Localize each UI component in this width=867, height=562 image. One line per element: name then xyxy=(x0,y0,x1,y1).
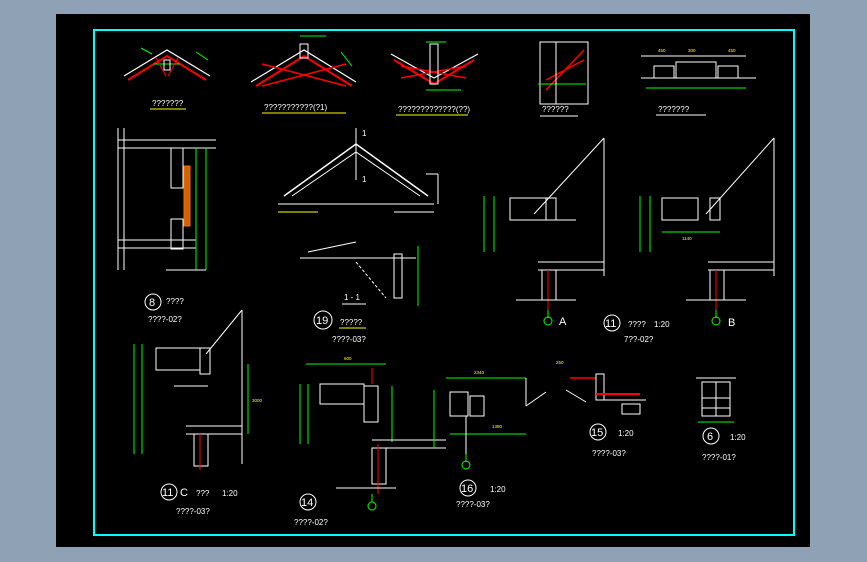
detail-8-label: ???? xyxy=(166,297,184,306)
detail-11-number: 11 xyxy=(605,318,616,330)
detail-8-wall-section: 8 ???? ????-02? xyxy=(117,128,216,324)
detail-15-number: 15 xyxy=(591,427,603,439)
detail-14-number: 14 xyxy=(301,497,313,509)
axis-a-label: A xyxy=(559,316,567,328)
detail-11-axis-a: A xyxy=(483,137,605,328)
dim-300: 300 xyxy=(688,48,696,53)
cad-drawing-sheet: ??????? ???????????(?1) ?????????????(??… xyxy=(93,29,795,536)
detail-11c-ref: ????-03? xyxy=(176,507,210,516)
detail-16-ref: ????-03? xyxy=(456,500,490,509)
title-detail-3: ?????????????(??) xyxy=(398,105,470,114)
dim-1380: 1380 xyxy=(492,424,503,429)
detail-19-label: ????? xyxy=(340,318,363,327)
detail-parapet-5: 450 300 450 ??????? xyxy=(641,48,756,116)
detail-8-number: 8 xyxy=(149,297,155,309)
detail-8-ref: ????-02? xyxy=(148,315,182,324)
title-detail-1: ??????? xyxy=(152,99,184,108)
detail-roof-ridge-1: ??????? xyxy=(123,47,211,110)
detail-11c-letter: C xyxy=(180,487,188,499)
detail-11c-number: 11 xyxy=(162,487,173,499)
title-detail-4: ?????? xyxy=(542,105,569,114)
detail-16-balcony: 2340 1380 16 1:20 ????-03? xyxy=(433,370,547,509)
detail-19-ref: ????-03? xyxy=(332,335,366,344)
detail-6-ref: ????-01? xyxy=(702,453,736,462)
dim-250: 250 xyxy=(556,360,564,365)
section-mark-top: 1 xyxy=(362,129,367,138)
detail-15-canopy: 15 1:20 ????-03? xyxy=(565,373,646,458)
dim-2340: 2340 xyxy=(474,370,485,375)
detail-11-ref: 7??-02? xyxy=(624,335,654,344)
detail-11-label: ???? xyxy=(628,320,646,329)
detail-6-post: 6 1:20 ????-01? xyxy=(696,377,746,462)
dim-600: 600 xyxy=(344,356,352,361)
detail-6-number: 6 xyxy=(707,431,713,443)
detail-19-number: 19 xyxy=(316,315,328,327)
section-mark-bottom: 1 xyxy=(362,175,367,184)
detail-11c-label: ??? xyxy=(196,489,210,498)
detail-14-ref: ????-02? xyxy=(294,518,328,527)
dim-1140: 1140 xyxy=(682,236,692,241)
detail-roof-ridge-2: ???????????(?1) xyxy=(250,35,357,114)
detail-14-eave: 14 ????-02? xyxy=(294,363,446,527)
drawing-viewport[interactable]: ??????? ???????????(?1) ?????????????(??… xyxy=(56,14,810,547)
detail-19-truss: 1 1 1 - 1 19 ????? ????-03? xyxy=(278,128,439,344)
title-detail-5: ??????? xyxy=(658,105,690,114)
cad-viewer-window: ??????? ???????????(?1) ?????????????(??… xyxy=(0,0,867,562)
detail-15-scale: 1:20 xyxy=(618,429,634,438)
detail-eave-4: ?????? xyxy=(538,41,589,117)
axis-b-label: B xyxy=(728,317,735,329)
detail-roof-valley-3: ?????????????(??) xyxy=(390,41,479,116)
dim-450-a: 450 xyxy=(658,48,666,53)
dim-3000: 3000 xyxy=(252,398,263,403)
detail-6-scale: 1:20 xyxy=(730,433,746,442)
detail-15-ref: ????-03? xyxy=(592,449,626,458)
detail-16-scale: 1:20 xyxy=(490,485,506,494)
detail-16-number: 16 xyxy=(461,483,473,495)
detail-11c-wall: 3000 11 C ??? 1:20 ????-03? xyxy=(133,309,263,516)
detail-11-axis-b: 1140 B 11 ???? 1:20 7??-02? xyxy=(603,137,775,344)
dim-450-b: 450 xyxy=(728,48,736,53)
detail-11c-scale: 1:20 xyxy=(222,489,238,498)
title-detail-2: ???????????(?1) xyxy=(264,103,328,112)
detail-11-scale: 1:20 xyxy=(654,320,670,329)
section-1-1-label: 1 - 1 xyxy=(344,293,361,302)
